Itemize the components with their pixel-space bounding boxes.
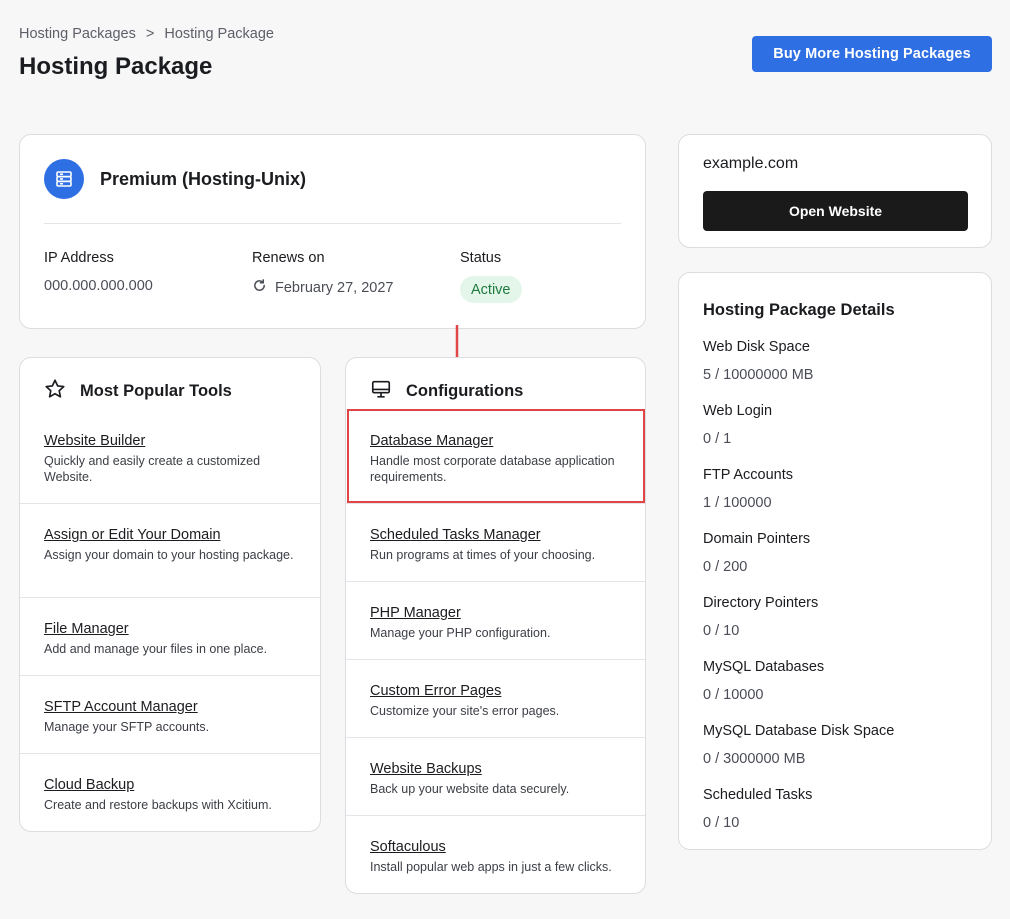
sftp-manager-link[interactable]: SFTP Account Manager: [44, 699, 296, 715]
tool-description: Quickly and easily create a customized W…: [44, 454, 261, 484]
popular-tools-header: Most Popular Tools: [44, 378, 232, 405]
renews-on-label: Renews on: [252, 250, 325, 266]
breadcrumb-separator: >: [145, 26, 155, 42]
cloud-backup-link[interactable]: Cloud Backup: [44, 777, 296, 793]
config-description: Customize your site's error pages.: [370, 704, 560, 718]
breadcrumb-hosting-packages[interactable]: Hosting Packages: [19, 26, 136, 42]
tool-item-website-builder: Website Builder Quickly and easily creat…: [20, 433, 320, 485]
detail-label: Scheduled Tasks: [703, 787, 813, 803]
status-badge: Active: [460, 276, 522, 303]
custom-error-pages-link[interactable]: Custom Error Pages: [370, 683, 621, 699]
website-backups-link[interactable]: Website Backups: [370, 761, 621, 777]
star-icon: [44, 378, 66, 405]
tool-description: Manage your SFTP accounts.: [44, 720, 210, 734]
config-item-custom-error-pages: Custom Error Pages Customize your site's…: [346, 683, 645, 719]
detail-value: 0 / 1: [703, 431, 732, 447]
tool-item-cloud-backup: Cloud Backup Create and restore backups …: [20, 777, 320, 813]
package-card: Premium (Hosting-Unix) IP Address 000.00…: [19, 134, 646, 329]
renews-on-value: February 27, 2027: [252, 278, 394, 297]
softaculous-link[interactable]: Softaculous: [370, 839, 621, 855]
config-item-scheduled-tasks: Scheduled Tasks Manager Run programs at …: [346, 527, 645, 563]
breadcrumb: Hosting Packages > Hosting Package: [19, 26, 274, 42]
config-description: Handle most corporate database applicati…: [370, 454, 615, 484]
config-item-php-manager: PHP Manager Manage your PHP configuratio…: [346, 605, 645, 641]
detail-label: FTP Accounts: [703, 467, 793, 483]
divider: [20, 597, 320, 598]
buy-more-packages-button[interactable]: Buy More Hosting Packages: [752, 36, 992, 72]
database-manager-link[interactable]: Database Manager: [370, 433, 621, 449]
renewal-date: February 27, 2027: [275, 279, 394, 296]
package-name: Premium (Hosting-Unix): [100, 169, 307, 189]
server-icon: [44, 159, 84, 199]
config-description: Run programs at times of your choosing.: [370, 548, 596, 562]
breadcrumb-current: Hosting Package: [164, 26, 274, 42]
assign-domain-link[interactable]: Assign or Edit Your Domain: [44, 527, 296, 543]
tool-item-sftp-manager: SFTP Account Manager Manage your SFTP ac…: [20, 699, 320, 735]
config-description: Manage your PHP configuration.: [370, 626, 551, 640]
file-manager-link[interactable]: File Manager: [44, 621, 296, 637]
tool-description: Assign your domain to your hosting packa…: [44, 548, 294, 562]
scheduled-tasks-manager-link[interactable]: Scheduled Tasks Manager: [370, 527, 621, 543]
popular-tools-title: Most Popular Tools: [80, 382, 232, 400]
divider: [20, 753, 320, 754]
website-builder-link[interactable]: Website Builder: [44, 433, 296, 449]
page-title: Hosting Package: [19, 53, 213, 80]
php-manager-link[interactable]: PHP Manager: [370, 605, 621, 621]
config-item-database-manager: Database Manager Handle most corporate d…: [346, 433, 645, 485]
detail-label: Web Login: [703, 403, 773, 419]
detail-value: 0 / 10: [703, 623, 740, 639]
detail-value: 1 / 100000: [703, 495, 772, 511]
divider: [20, 503, 320, 504]
tool-item-file-manager: File Manager Add and manage your files i…: [20, 621, 320, 657]
tool-description: Add and manage your files in one place.: [44, 642, 268, 656]
divider: [346, 581, 645, 582]
divider: [346, 503, 645, 504]
open-website-button[interactable]: Open Website: [703, 191, 968, 231]
tool-description: Create and restore backups with Xcitium.: [44, 798, 272, 812]
divider: [20, 675, 320, 676]
detail-label: MySQL Databases: [703, 659, 825, 675]
detail-value: 0 / 200: [703, 559, 748, 575]
config-item-website-backups: Website Backups Back up your website dat…: [346, 761, 645, 797]
detail-value: 0 / 10000: [703, 687, 764, 703]
divider: [346, 737, 645, 738]
ip-address-label: IP Address: [44, 250, 114, 266]
ip-address-value: 000.000.000.000: [44, 278, 153, 294]
configurations-title: Configurations: [406, 382, 524, 400]
detail-value: 0 / 10: [703, 815, 740, 831]
monitor-icon: [370, 378, 392, 405]
package-details-card: Hosting Package Details Web Disk Space 5…: [678, 272, 992, 850]
detail-label: Web Disk Space: [703, 339, 810, 355]
tool-item-assign-domain: Assign or Edit Your Domain Assign your d…: [20, 527, 320, 563]
domain-name: example.com: [703, 155, 799, 172]
status-label: Status: [460, 250, 502, 266]
config-description: Back up your website data securely.: [370, 782, 570, 796]
details-title: Hosting Package Details: [703, 301, 895, 319]
divider: [44, 223, 621, 224]
detail-value: 5 / 10000000 MB: [703, 367, 814, 383]
refresh-icon: [252, 278, 267, 297]
detail-label: Domain Pointers: [703, 531, 811, 547]
divider: [346, 815, 645, 816]
detail-label: Directory Pointers: [703, 595, 819, 611]
detail-value: 0 / 3000000 MB: [703, 751, 806, 767]
website-card: example.com Open Website: [678, 134, 992, 248]
divider: [346, 659, 645, 660]
config-description: Install popular web apps in just a few c…: [370, 860, 612, 874]
detail-label: MySQL Database Disk Space: [703, 723, 895, 739]
popular-tools-card: Most Popular Tools Website Builder Quick…: [19, 357, 321, 832]
configurations-card: Configurations Database Manager Handle m…: [345, 357, 646, 894]
configurations-header: Configurations: [370, 378, 523, 405]
config-item-softaculous: Softaculous Install popular web apps in …: [346, 839, 645, 875]
